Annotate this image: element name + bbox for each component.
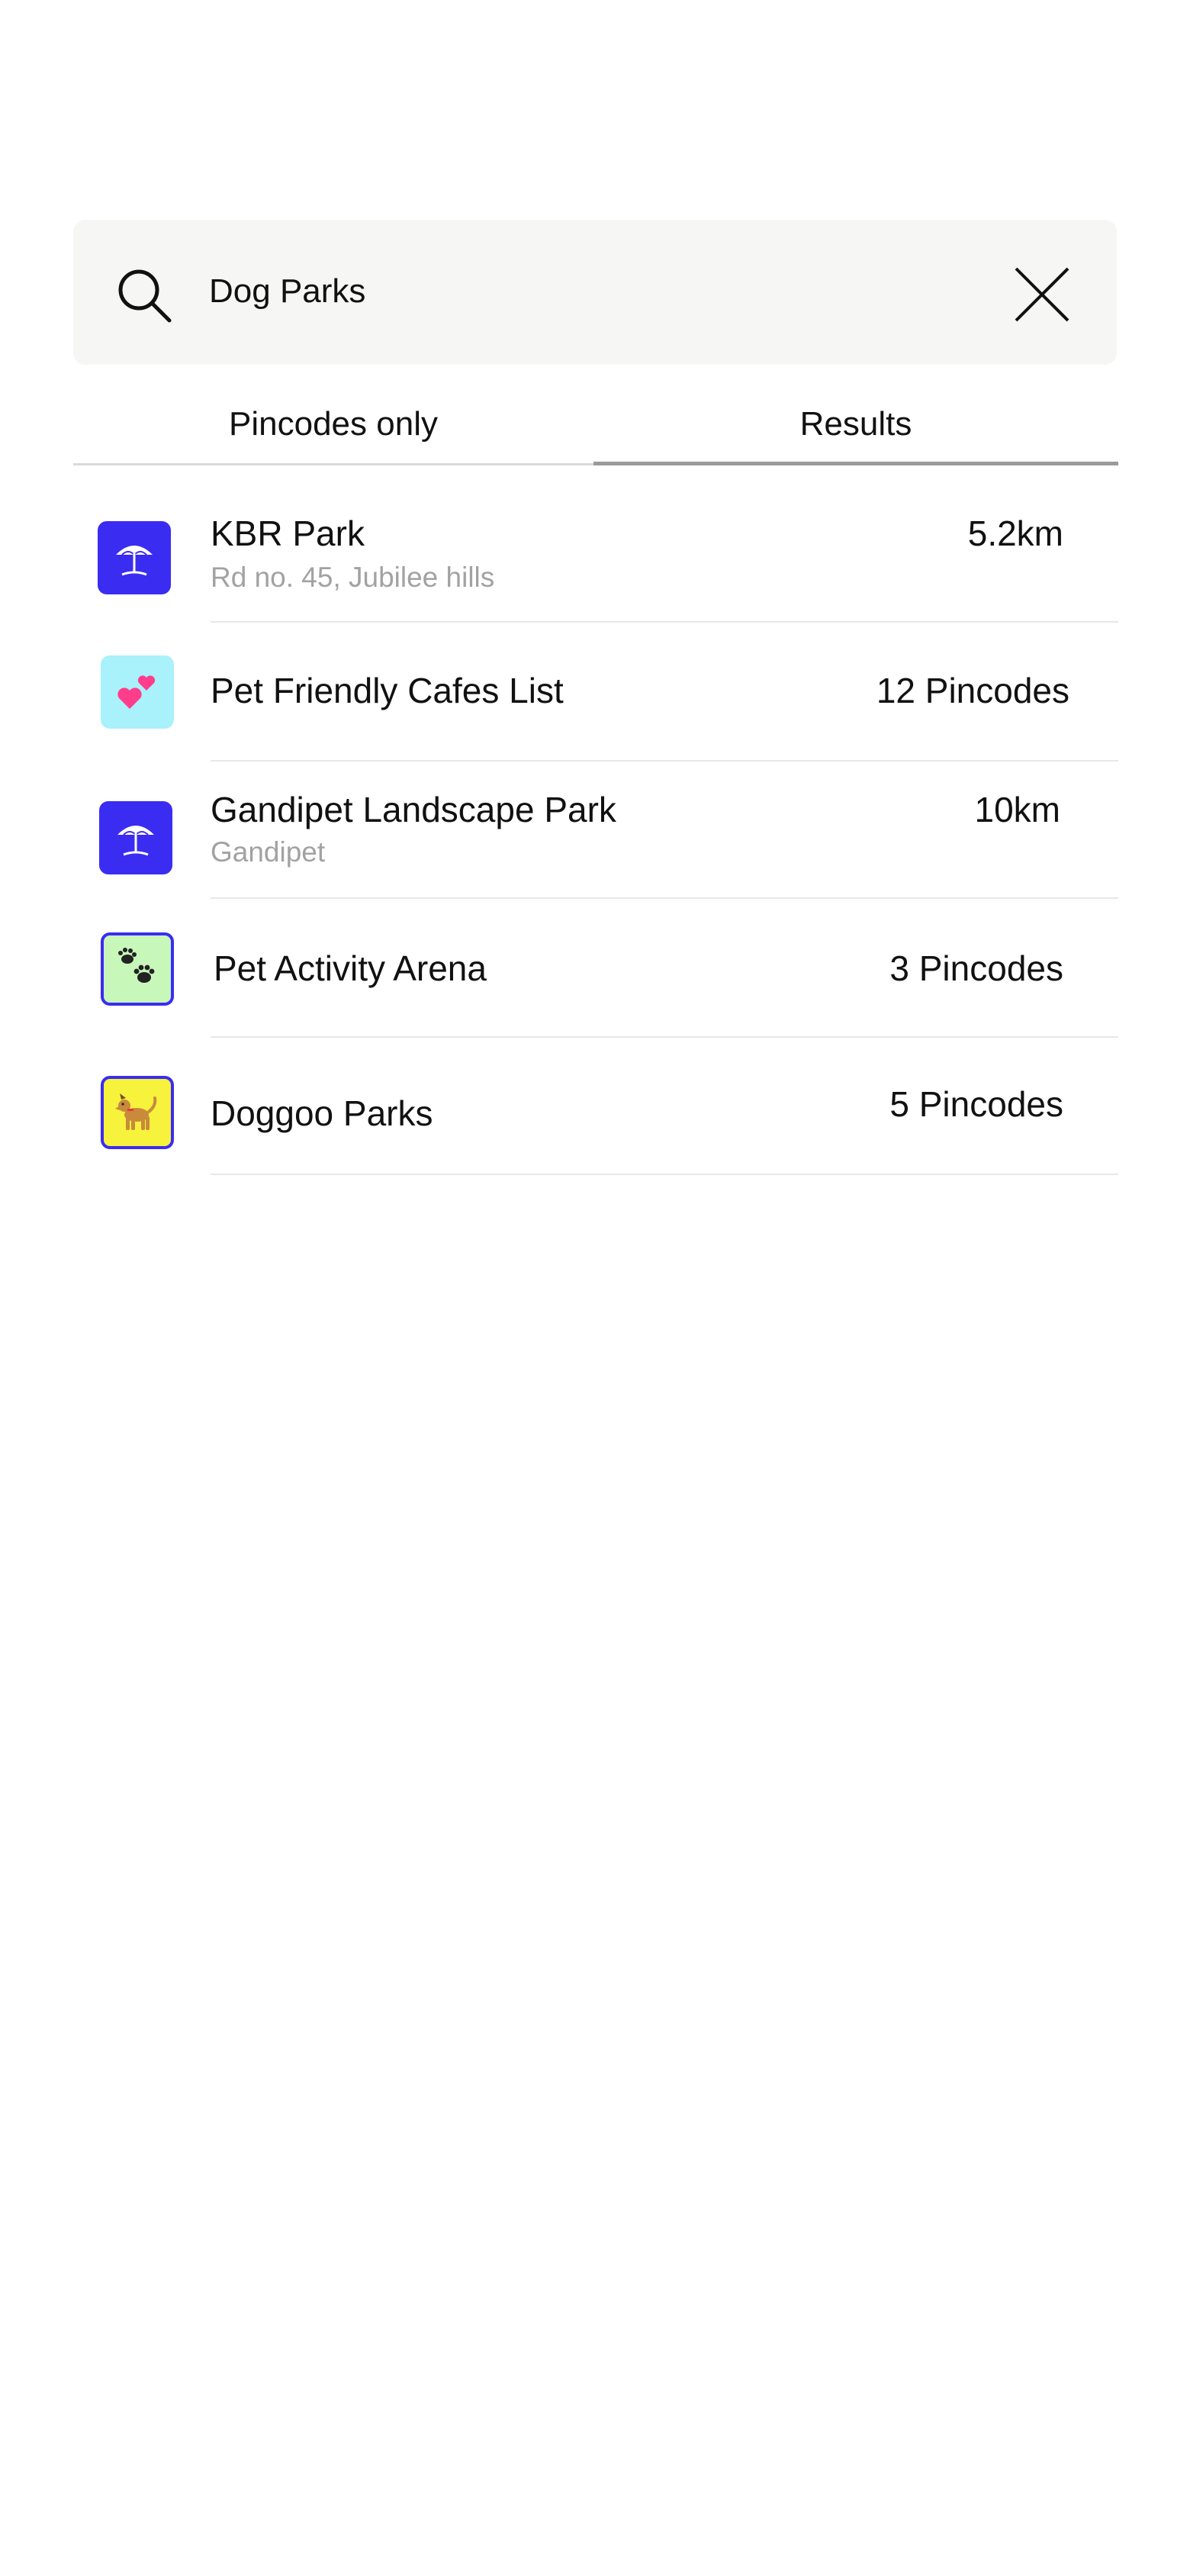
result-pincodes: 3 Pincodes bbox=[889, 948, 1063, 988]
result-distance: 10km bbox=[974, 790, 1060, 829]
two-hearts-icon bbox=[117, 675, 156, 709]
list-item[interactable]: Gandipet Landscape Park Gandipet 10km bbox=[73, 762, 1118, 899]
result-pincodes: 5 Pincodes bbox=[889, 1084, 1063, 1124]
result-title: Pet Friendly Cafes List bbox=[211, 671, 564, 710]
search-bar[interactable] bbox=[73, 220, 1117, 365]
list-item[interactable]: Pet Activity Arena 3 Pincodes bbox=[73, 899, 1118, 1038]
divider bbox=[211, 1174, 1118, 1175]
paw-prints-icon bbox=[118, 948, 155, 983]
beach-umbrella-icon bbox=[116, 546, 153, 576]
search-icon bbox=[118, 269, 172, 323]
close-icon[interactable] bbox=[1011, 264, 1073, 325]
search-input[interactable] bbox=[209, 267, 957, 316]
result-title: Doggoo Parks bbox=[211, 1093, 433, 1133]
tile-pet-friendly-cafes bbox=[101, 655, 174, 729]
tile-kbr-park bbox=[98, 521, 171, 594]
tile-doggoo-parks bbox=[101, 1076, 174, 1149]
result-pincodes: 12 Pincodes bbox=[876, 671, 1069, 710]
beach-umbrella-icon bbox=[117, 826, 154, 856]
tab-results[interactable]: Results bbox=[593, 389, 1118, 465]
result-subtitle: Rd no. 45, Jubilee hills bbox=[211, 562, 495, 593]
tile-gandipet-park bbox=[99, 801, 172, 874]
result-title: Gandipet Landscape Park bbox=[211, 790, 616, 829]
result-subtitle: Gandipet bbox=[211, 836, 326, 868]
list-item[interactable]: KBR Park Rd no. 45, Jubilee hills 5.2km bbox=[73, 488, 1118, 623]
tab-bar: Pincodes only Results bbox=[73, 389, 1118, 465]
result-distance: 5.2km bbox=[967, 514, 1063, 553]
result-title: Pet Activity Arena bbox=[214, 948, 487, 988]
tile-pet-activity-arena bbox=[101, 932, 174, 1006]
dog-icon bbox=[115, 1093, 157, 1130]
list-item[interactable]: Doggoo Parks 5 Pincodes bbox=[73, 1038, 1118, 1175]
tab-pincodes-only[interactable]: Pincodes only bbox=[73, 389, 593, 465]
result-title: KBR Park bbox=[211, 514, 365, 553]
list-item[interactable]: Pet Friendly Cafes List 12 Pincodes bbox=[73, 623, 1118, 762]
